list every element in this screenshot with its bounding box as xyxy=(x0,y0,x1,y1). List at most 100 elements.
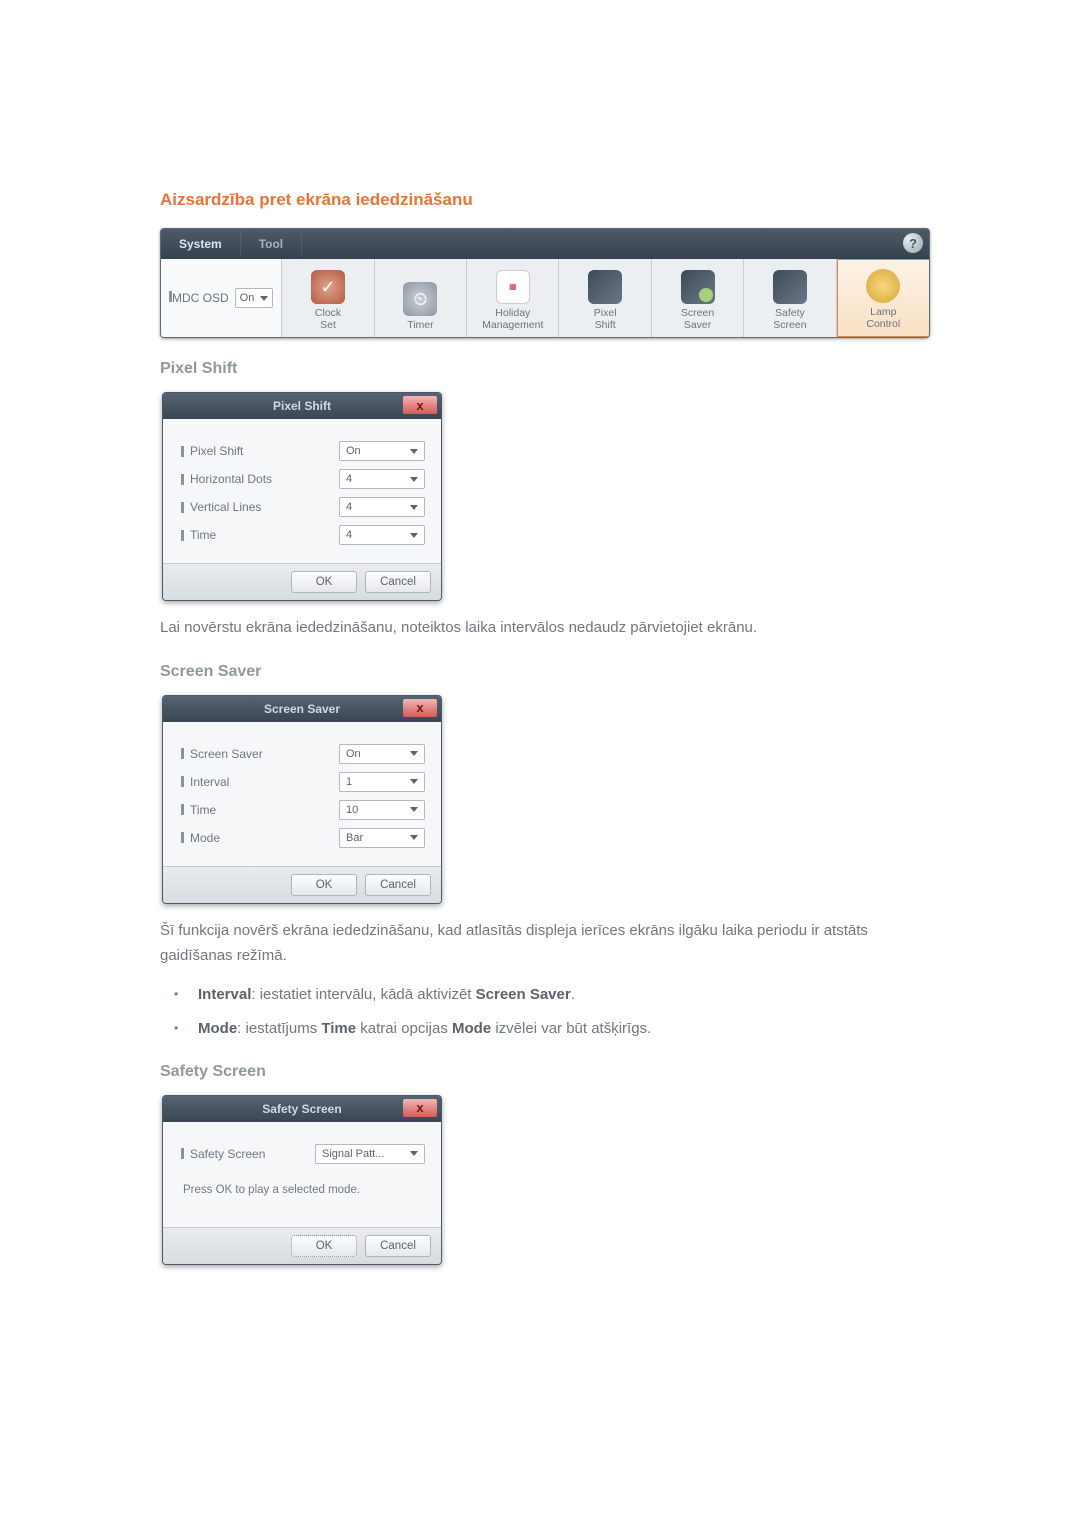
dialog-footer: OK Cancel xyxy=(163,866,441,903)
tab-tool[interactable]: Tool xyxy=(241,231,302,257)
tb-label: Screen xyxy=(681,307,714,319)
bullet-mode: Mode: iestatījums Time katrai opcijas Mo… xyxy=(168,1017,920,1041)
select-value: 4 xyxy=(346,473,352,485)
select-value: 4 xyxy=(346,529,352,541)
dialog-title: Pixel Shift x xyxy=(163,393,441,419)
tb-label: Timer xyxy=(407,319,433,331)
pixel-shift-dialog: Pixel Shift x Pixel Shift On Horizontal … xyxy=(162,392,442,601)
tb-label: Clock xyxy=(315,307,341,319)
tb-pixel-shift[interactable]: Pixel Shift xyxy=(559,259,651,337)
pixel-shift-heading: Pixel Shift xyxy=(160,360,920,378)
tb-label: Set xyxy=(320,319,336,331)
close-button[interactable]: x xyxy=(403,699,437,717)
select-value: 4 xyxy=(346,501,352,513)
mode-label: Mode xyxy=(181,831,220,845)
tb-holiday[interactable]: ▦ Holiday Management xyxy=(467,259,559,337)
tab-system[interactable]: System xyxy=(161,231,241,257)
dialog-title-text: Pixel Shift xyxy=(273,399,331,413)
dialog-body: Screen Saver On Interval 1 Time 10 xyxy=(163,722,441,866)
chevron-down-icon xyxy=(410,807,418,812)
screen-saver-label: Screen Saver xyxy=(181,747,263,761)
timer-icon: ⏲ xyxy=(403,282,437,316)
tb-label: Safety xyxy=(775,307,805,319)
chevron-down-icon xyxy=(410,533,418,538)
tb-label: Saver xyxy=(684,319,711,331)
tb-label: Screen xyxy=(773,319,806,331)
tb-safety-screen[interactable]: Safety Screen xyxy=(744,259,836,337)
toolbar-tabs: System Tool ? xyxy=(161,229,929,259)
screen-saver-icon xyxy=(681,270,715,304)
pixel-shift-label: Pixel Shift xyxy=(181,444,243,458)
toolbar-left-group: MDC OSD On xyxy=(161,259,282,337)
tb-lamp-control[interactable]: Lamp Control xyxy=(837,259,929,337)
chevron-down-icon xyxy=(410,477,418,482)
tb-timer[interactable]: ⏲ Timer xyxy=(375,259,467,337)
select-value: 1 xyxy=(346,776,352,788)
safety-screen-label: Safety Screen xyxy=(181,1147,265,1161)
v-lines-label: Vertical Lines xyxy=(181,500,261,514)
bullet-text: : iestatiet intervālu, kādā aktivizēt xyxy=(251,986,475,1003)
safety-screen-note: Press OK to play a selected mode. xyxy=(181,1172,425,1217)
h-dots-select[interactable]: 4 xyxy=(339,469,425,489)
dialog-body: Pixel Shift On Horizontal Dots 4 Vertica… xyxy=(163,419,441,563)
h-dots-label: Horizontal Dots xyxy=(181,472,272,486)
dialog-body: Safety Screen Signal Patt... Press OK to… xyxy=(163,1122,441,1227)
tb-clock-set[interactable]: ✓ Clock Set xyxy=(282,259,374,337)
ok-button[interactable]: OK xyxy=(291,874,357,896)
safety-screen-heading: Safety Screen xyxy=(160,1063,920,1081)
safety-screen-dialog: Safety Screen x Safety Screen Signal Pat… xyxy=(162,1095,442,1265)
screen-saver-select[interactable]: On xyxy=(339,744,425,764)
mode-select[interactable]: Bar xyxy=(339,828,425,848)
screen-saver-dialog: Screen Saver x Screen Saver On Interval … xyxy=(162,695,442,904)
dialog-title: Safety Screen x xyxy=(163,1096,441,1122)
pixel-shift-select[interactable]: On xyxy=(339,441,425,461)
time-select[interactable]: 4 xyxy=(339,525,425,545)
chevron-down-icon xyxy=(410,779,418,784)
safety-screen-select[interactable]: Signal Patt... xyxy=(315,1144,425,1164)
section-title: Aizsardzība pret ekrāna iededzināšanu xyxy=(160,190,920,210)
tb-label: Shift xyxy=(595,319,616,331)
time-select[interactable]: 10 xyxy=(339,800,425,820)
chevron-down-icon xyxy=(410,835,418,840)
interval-select[interactable]: 1 xyxy=(339,772,425,792)
select-value: Bar xyxy=(346,832,363,844)
mdc-osd-label: MDC OSD xyxy=(169,291,229,305)
system-toolbar: System Tool ? MDC OSD On ✓ Clock Set ⏲ xyxy=(160,228,930,338)
ok-button[interactable]: OK xyxy=(291,1235,357,1257)
select-value: On xyxy=(346,748,361,760)
bullet-strong: Time xyxy=(321,1020,356,1037)
close-button[interactable]: x xyxy=(403,396,437,414)
dialog-footer: OK Cancel xyxy=(163,563,441,600)
time-label: Time xyxy=(181,528,216,542)
calendar-icon: ▦ xyxy=(496,270,530,304)
chevron-down-icon xyxy=(260,296,268,301)
bullet-text: katrai opcijas xyxy=(356,1020,452,1037)
select-value: 10 xyxy=(346,804,358,816)
select-value: On xyxy=(346,445,361,457)
mdc-osd-select[interactable]: On xyxy=(235,288,274,308)
close-button[interactable]: x xyxy=(403,1099,437,1117)
cancel-button[interactable]: Cancel xyxy=(365,571,431,593)
bullet-strong: Mode xyxy=(198,1020,237,1037)
v-lines-select[interactable]: 4 xyxy=(339,497,425,517)
chevron-down-icon xyxy=(410,505,418,510)
dialog-title-text: Safety Screen xyxy=(262,1102,341,1116)
cancel-button[interactable]: Cancel xyxy=(365,874,431,896)
cancel-button[interactable]: Cancel xyxy=(365,1235,431,1257)
chevron-down-icon xyxy=(410,449,418,454)
ok-button[interactable]: OK xyxy=(291,571,357,593)
chevron-down-icon xyxy=(410,1151,418,1156)
help-icon[interactable]: ? xyxy=(903,233,923,253)
toolbar-icons: ✓ Clock Set ⏲ Timer ▦ Holiday Management… xyxy=(282,259,929,337)
time-label: Time xyxy=(181,803,216,817)
safety-screen-icon xyxy=(773,270,807,304)
bullet-text: : iestatījums xyxy=(237,1020,321,1037)
bullet-interval: Interval: iestatiet intervālu, kādā akti… xyxy=(168,983,920,1007)
dialog-footer: OK Cancel xyxy=(163,1227,441,1264)
chevron-down-icon xyxy=(410,751,418,756)
tb-screen-saver[interactable]: Screen Saver xyxy=(652,259,744,337)
toolbar-body: MDC OSD On ✓ Clock Set ⏲ Timer xyxy=(161,259,929,337)
bullet-strong: Screen Saver xyxy=(476,986,571,1003)
bullet-text: . xyxy=(571,986,575,1003)
tb-label: Holiday xyxy=(495,307,530,319)
